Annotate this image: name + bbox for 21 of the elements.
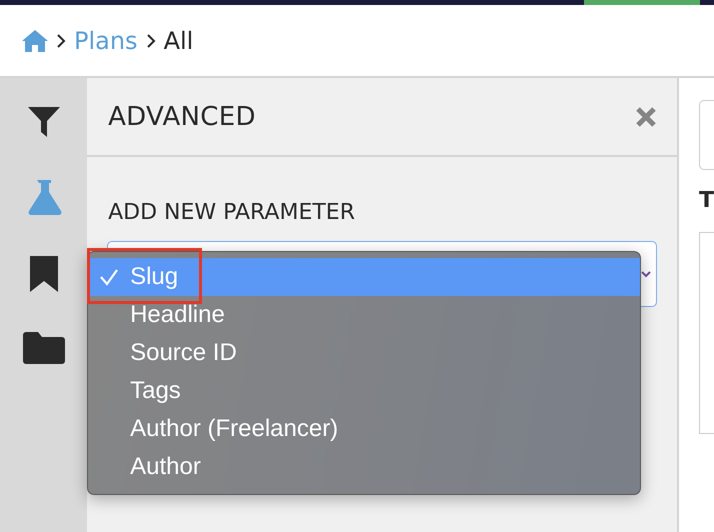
dropdown-option[interactable]: Author — [88, 448, 640, 486]
heading-text: T — [698, 190, 714, 212]
bookmark-icon[interactable] — [28, 254, 60, 292]
breadcrumb-link[interactable]: Plans — [74, 26, 138, 54]
filter-icon[interactable] — [26, 104, 62, 140]
dropdown-option[interactable]: Author (Freelancer) — [88, 410, 640, 448]
dropdown-option[interactable]: Headline — [88, 296, 640, 334]
card-background — [698, 100, 714, 170]
chevron-icon — [146, 32, 156, 48]
close-icon[interactable] — [634, 106, 657, 128]
check-icon — [99, 268, 120, 286]
chevron-icon — [56, 32, 66, 48]
dropdown-option[interactable]: Tags — [88, 372, 640, 410]
caret-icon — [640, 270, 651, 278]
breadcrumb-text: All — [164, 26, 194, 54]
section-label: ADD NEW PARAMETER — [108, 200, 356, 225]
folder-icon[interactable] — [22, 330, 65, 364]
dropdown-option[interactable]: Source ID — [88, 334, 640, 372]
dropdown-option[interactable]: Slug — [88, 258, 640, 296]
home-icon[interactable] — [22, 28, 48, 52]
panel-title: ADVANCED — [108, 102, 256, 132]
